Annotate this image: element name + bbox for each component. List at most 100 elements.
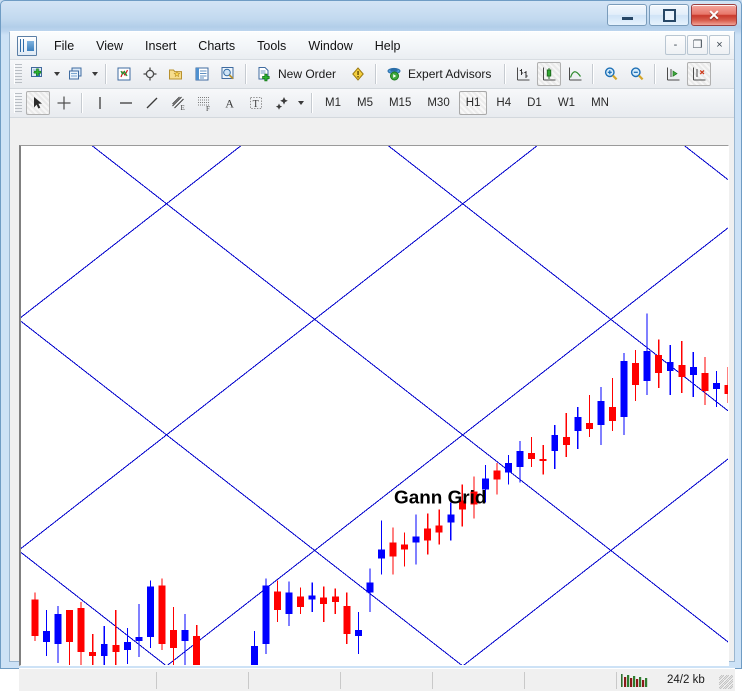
window-maximize-button[interactable]: [649, 4, 689, 26]
timeframe-m30[interactable]: M30: [420, 91, 456, 115]
new-chart-dropdown-caret[interactable]: [54, 72, 60, 76]
candlestick-chart-button[interactable]: [537, 62, 561, 86]
aero-window-frame: ✕ File View Insert Charts Tools Window H…: [0, 0, 742, 669]
timeframe-h1[interactable]: H1: [459, 91, 488, 115]
expert-advisors-label: Expert Advisors: [406, 67, 496, 81]
standard-toolbar: New Order: [10, 60, 734, 89]
menu-item-insert[interactable]: Insert: [135, 34, 186, 58]
zoom-out-button[interactable]: [625, 62, 649, 86]
trendline-tool-button[interactable]: [140, 91, 164, 115]
application-client-area: File View Insert Charts Tools Window Hel…: [9, 31, 735, 662]
text-a-icon: A: [221, 94, 239, 112]
toolbar-separator: [375, 64, 377, 84]
auto-scroll-button[interactable]: [661, 62, 685, 86]
toolbar-separator: [504, 64, 506, 84]
traffic-text: 24/2 kb: [655, 674, 705, 686]
mdi-close-button[interactable]: ×: [709, 35, 730, 55]
arrows-icon: [273, 94, 291, 112]
timeframe-w1[interactable]: W1: [551, 91, 582, 115]
profiles-dropdown-caret[interactable]: [92, 72, 98, 76]
line-studies-toolbar: E F: [10, 89, 734, 118]
window-minimize-button[interactable]: [607, 4, 647, 26]
text-label-tool-button[interactable]: T: [244, 91, 268, 115]
new-order-button[interactable]: New Order: [252, 62, 344, 86]
new-order-icon: [255, 65, 273, 83]
timeframe-mn[interactable]: MN: [584, 91, 616, 115]
horizontal-line-tool-button[interactable]: [114, 91, 138, 115]
alerts-button[interactable]: [346, 62, 370, 86]
equidistant-channel-tool-button[interactable]: E: [166, 91, 190, 115]
window-title-bar[interactable]: ✕: [1, 1, 742, 31]
new-chart-button[interactable]: [26, 62, 50, 86]
bar-chart-button[interactable]: [511, 62, 535, 86]
zoom-in-button[interactable]: [599, 62, 623, 86]
zoom-in-icon: [602, 65, 620, 83]
timeframe-m15[interactable]: M15: [382, 91, 418, 115]
toolbar-separator: [245, 64, 247, 84]
resize-grip[interactable]: [719, 675, 733, 689]
status-segment: [19, 672, 157, 689]
chart-shift-icon: [690, 65, 708, 83]
cursor-arrow-icon: [29, 94, 47, 112]
vertical-line-tool-button[interactable]: [88, 91, 112, 115]
status-segment: [525, 672, 617, 689]
crosshair-tool-button[interactable]: [52, 91, 76, 115]
menu-item-view[interactable]: View: [86, 34, 133, 58]
strategy-tester-button[interactable]: [216, 62, 240, 86]
mdi-minimize-button[interactable]: -: [665, 35, 686, 55]
toolbar-grip[interactable]: [14, 64, 22, 84]
navigator-button[interactable]: [164, 62, 188, 86]
metatrader-window: ✕ File View Insert Charts Tools Window H…: [0, 0, 742, 669]
timeframe-h4[interactable]: H4: [489, 91, 518, 115]
chart-canvas[interactable]: Gann Grid: [19, 145, 729, 666]
line-chart-button[interactable]: [563, 62, 587, 86]
network-traffic-icon[interactable]: [621, 674, 649, 687]
fibonacci-retracement-tool-button[interactable]: F: [192, 91, 216, 115]
text-label-icon: T: [247, 94, 265, 112]
window-close-button[interactable]: ✕: [691, 4, 737, 26]
expert-advisors-icon: [385, 65, 403, 83]
toolbar-grip[interactable]: [14, 93, 22, 113]
arrows-tool-button[interactable]: [270, 91, 294, 115]
trendline-icon: [143, 94, 161, 112]
market-watch-button[interactable]: [112, 62, 136, 86]
metatrader-icon: [17, 36, 37, 56]
mdi-restore-button[interactable]: ❐: [687, 35, 708, 55]
menu-item-charts[interactable]: Charts: [188, 34, 245, 58]
toolbar-separator: [81, 93, 83, 113]
timeframe-m1[interactable]: M1: [318, 91, 348, 115]
data-window-icon: [141, 65, 159, 83]
timeframe-d1[interactable]: D1: [520, 91, 549, 115]
horizontal-line-icon: [117, 94, 135, 112]
expert-advisors-button[interactable]: Expert Advisors: [382, 62, 499, 86]
menu-item-help[interactable]: Help: [365, 34, 411, 58]
menu-item-tools[interactable]: Tools: [247, 34, 296, 58]
timeframe-m5[interactable]: M5: [350, 91, 380, 115]
toolbar-separator: [654, 64, 656, 84]
bar-chart-icon: [514, 65, 532, 83]
menu-bar: File View Insert Charts Tools Window Hel…: [10, 32, 734, 60]
status-segment: [433, 672, 525, 689]
menu-item-window[interactable]: Window: [298, 34, 362, 58]
svg-text:T: T: [253, 99, 259, 110]
zoom-out-icon: [628, 65, 646, 83]
new-order-label: New Order: [276, 67, 341, 81]
toolbar-separator: [311, 93, 313, 113]
svg-text:E: E: [181, 104, 185, 112]
candlestick-chart-icon: [540, 65, 558, 83]
data-window-button[interactable]: [138, 62, 162, 86]
terminal-button[interactable]: [190, 62, 214, 86]
chart-shift-button[interactable]: [687, 62, 711, 86]
profiles-button[interactable]: [64, 62, 88, 86]
terminal-icon: [193, 65, 211, 83]
menu-item-file[interactable]: File: [44, 34, 84, 58]
candlestick-chart-svg: Gann Grid: [21, 146, 728, 665]
market-watch-icon: [115, 65, 133, 83]
status-bar: 24/2 kb: [19, 668, 735, 691]
cursor-tool-button[interactable]: [26, 91, 50, 115]
text-tool-button[interactable]: A: [218, 91, 242, 115]
toolbar-separator: [592, 64, 594, 84]
arrows-dropdown-caret[interactable]: [298, 101, 304, 105]
profiles-icon: [67, 65, 85, 83]
new-chart-icon: [29, 65, 47, 83]
